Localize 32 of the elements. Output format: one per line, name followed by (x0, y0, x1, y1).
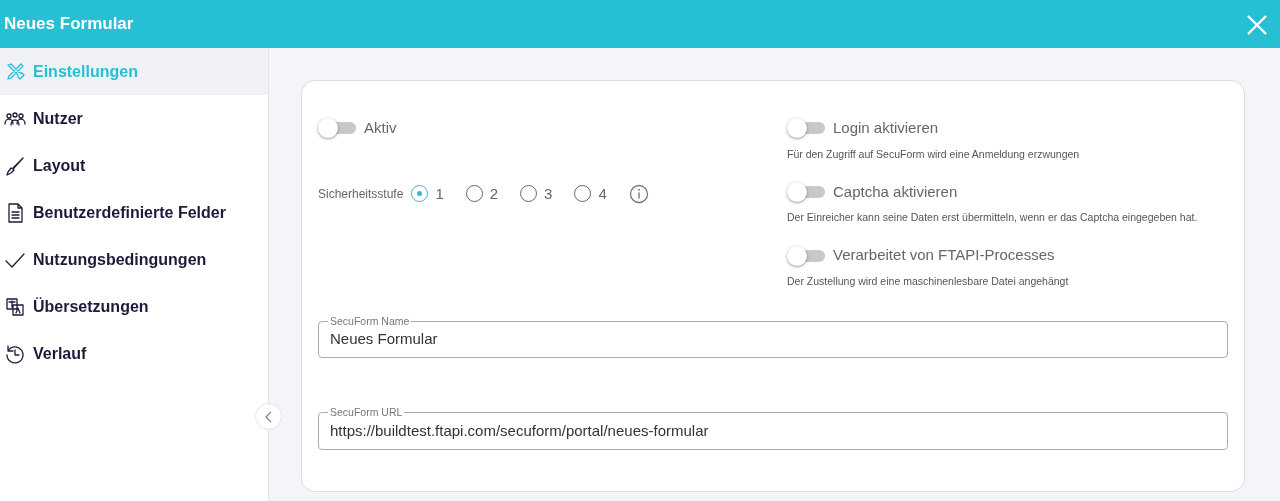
hint-text: Der Einreicher kann seine Daten erst übermitteln, wenn er das Captcha eingegeben hat. (787, 211, 1198, 225)
toggle-switch[interactable] (787, 180, 827, 203)
toggle-label: Aktiv (364, 118, 397, 138)
toggle-label: Login aktivieren (833, 118, 939, 138)
radio-label: 4 (598, 183, 607, 204)
tools-icon (4, 60, 26, 83)
radio-button[interactable] (465, 185, 483, 203)
info-icon[interactable] (628, 183, 649, 204)
window-title: Neues Formular (4, 13, 134, 36)
close-button[interactable] (1246, 12, 1268, 36)
security-level-label: Sicherheitsstufe (318, 185, 404, 203)
field-label: SecuForm Name (329, 315, 411, 327)
field-value[interactable]: Neues Formular (330, 326, 1216, 351)
toggle-switch[interactable] (787, 117, 827, 140)
radio-label: 1 (435, 183, 444, 204)
field-label: SecuForm URL (329, 407, 404, 418)
hint-text: Für den Zugriff auf SecuForm wird eine Anmeldung erzwungen (787, 147, 1081, 161)
text-field[interactable]: SecuForm Name Neues Formular (318, 315, 1228, 359)
field-value[interactable]: https://buildtest.ftapi.com/secuform/portal/neues-formular (330, 417, 1216, 443)
radio-label: 2 (489, 183, 499, 204)
translate-icon (4, 295, 26, 318)
radio-button[interactable] (574, 185, 592, 203)
toggle-label: Verarbeitet von FTAPI-Processes (833, 245, 1055, 266)
radio-label: 3 (544, 183, 553, 204)
chevron-left-icon (263, 410, 274, 423)
toggle-switch[interactable] (318, 117, 358, 140)
toggle-label: Captcha aktivieren (833, 181, 958, 202)
radio-button[interactable] (411, 185, 429, 203)
toggle-switch[interactable] (787, 244, 827, 267)
text-field[interactable]: SecuForm URL https://buildtest.ftapi.com/secuform/portal/neues-formular (318, 407, 1228, 450)
hint-text: Der Zustellung wird eine maschinenlesbare Datei angehängt (787, 274, 1070, 288)
radio-button[interactable] (520, 185, 538, 203)
